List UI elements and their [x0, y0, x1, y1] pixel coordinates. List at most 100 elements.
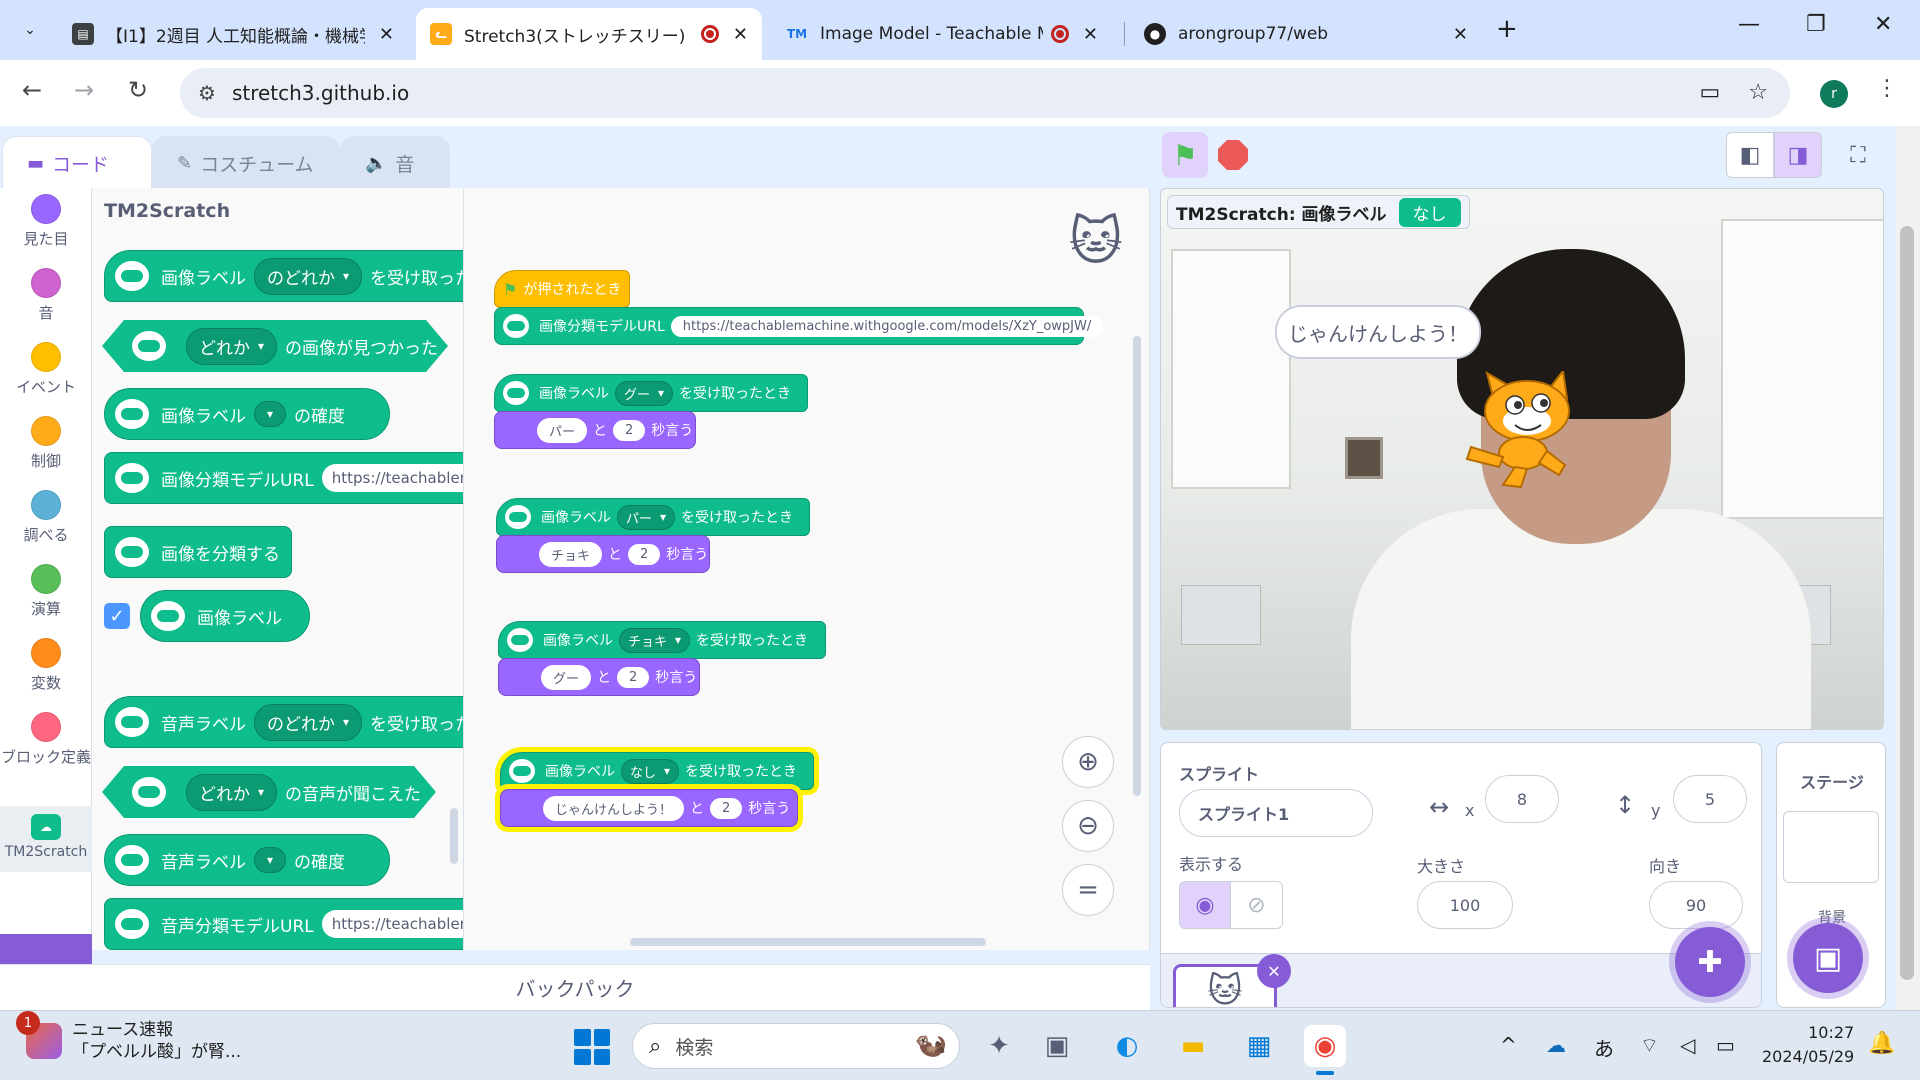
category-events[interactable]: イベント — [0, 342, 92, 397]
say-for-secs-block[interactable]: パー と 2 秒言う — [494, 411, 696, 449]
chrome-icon[interactable]: ◉ — [1304, 1025, 1346, 1075]
block-dropdown[interactable]: どれか — [186, 328, 277, 365]
small-stage-button[interactable]: ◧ — [1726, 132, 1774, 178]
block-dropdown[interactable]: パー — [617, 504, 676, 530]
category-operators[interactable]: 演算 — [0, 564, 92, 619]
palette-reporter-image-label[interactable]: 画像ラベル — [140, 590, 310, 642]
set-model-url-block[interactable]: 画像分類モデルURL https://teachablemachine.with… — [494, 307, 1104, 345]
block-text-input[interactable]: https://teachablemachine.withgoogle.com/… — [321, 464, 463, 492]
tab-code[interactable]: ▬ コード — [2, 136, 152, 190]
block-dropdown[interactable]: チョキ — [619, 627, 691, 653]
block-number-input[interactable]: 2 — [710, 797, 743, 819]
restore-icon[interactable]: ❐ — [1806, 12, 1826, 37]
category-control[interactable]: 制御 — [0, 416, 92, 471]
palette-block-classify-image[interactable]: 画像を分類する — [104, 526, 292, 578]
page-scrollbar[interactable] — [1896, 126, 1920, 1010]
normal-stage-button[interactable]: ◨ — [1774, 132, 1822, 178]
category-variables[interactable]: 変数 — [0, 638, 92, 693]
browser-tab-teachable[interactable]: TM Image Model - Teachable M ✕ — [772, 8, 1112, 60]
tab-close-icon[interactable]: ✕ — [1083, 24, 1098, 45]
block-dropdown[interactable]: なし — [621, 758, 680, 784]
site-info-icon[interactable]: ⚙ — [198, 81, 216, 105]
palette-block-when-sound-label[interactable]: 音声ラベル のどれか を受け取ったとき — [104, 696, 463, 748]
green-flag-button[interactable]: ⚑ — [1162, 132, 1208, 178]
browser-tab-stretch3[interactable]: ᓚ Stretch3(ストレッチスリー) ✕ — [416, 8, 762, 60]
bookmark-star-icon[interactable]: ☆ — [1748, 80, 1768, 105]
block-dropdown[interactable] — [254, 847, 287, 873]
news-widget[interactable]: 1 ニュース速報 「プベルル酸」が腎... — [16, 1011, 241, 1063]
category-my-blocks[interactable]: ブロック定義 — [0, 712, 92, 768]
y-field[interactable]: 5 — [1673, 775, 1747, 823]
new-tab-button[interactable]: + — [1496, 14, 1518, 44]
forward-icon[interactable]: → — [74, 76, 94, 104]
block-text-input[interactable]: グー — [541, 664, 592, 690]
block-number-input[interactable]: 2 — [613, 419, 646, 441]
palette-block-sound-heard[interactable]: どれか の音声が聞こえた — [102, 766, 436, 818]
say-for-secs-block[interactable]: チョキ と 2 秒言う — [496, 535, 710, 573]
code-workspace[interactable]: 🐱 ⚑ が押されたとき 画像分類モデルURL https://teachable… — [464, 188, 1150, 950]
browser-menu-icon[interactable]: ⋮ — [1876, 76, 1898, 101]
choose-backdrop-button[interactable]: ▣ — [1793, 923, 1863, 993]
notification-bell-icon[interactable]: 🔔 — [1868, 1031, 1895, 1056]
stop-button[interactable] — [1218, 140, 1248, 170]
palette-block-when-image-label[interactable]: 画像ラベル のどれか を受け取ったとき — [104, 250, 463, 302]
palette-block-image-model-url[interactable]: 画像分類モデルURL https://teachablemachine.with… — [104, 452, 463, 504]
category-tm2scratch[interactable]: ☁ TM2Scratch — [0, 806, 92, 872]
cast-icon[interactable]: ▭ — [1699, 80, 1720, 105]
workspace-horizontal-scrollbar[interactable] — [630, 938, 986, 946]
backpack[interactable]: バックパック — [0, 964, 1150, 1010]
block-text-input[interactable]: https://teachablemachine.withgoogle.com/… — [321, 910, 463, 938]
scratch-cat-sprite[interactable] — [1463, 371, 1585, 489]
tab-close-icon[interactable]: ✕ — [1453, 24, 1468, 45]
reload-icon[interactable]: ↻ — [128, 76, 148, 104]
category-looks[interactable]: 見た目 — [0, 194, 92, 249]
zoom-out-button[interactable]: ⊖ — [1062, 800, 1114, 852]
sprite-name-field[interactable]: スプライト1 — [1179, 789, 1373, 837]
block-text-input[interactable]: チョキ — [539, 541, 603, 567]
minimize-icon[interactable]: — — [1738, 12, 1760, 37]
palette-scrollbar[interactable] — [450, 808, 458, 864]
tab-close-icon[interactable]: ✕ — [733, 24, 748, 45]
stage-canvas[interactable]: TM2Scratch: 画像ラベル なし じゃんけんしよう！ — [1160, 188, 1884, 730]
say-for-secs-block-running[interactable]: じゃんけんしよう！ と 2 秒言う — [500, 789, 798, 827]
block-dropdown[interactable]: どれか — [186, 774, 277, 811]
when-label-received-block[interactable]: 画像ラベル パー を受け取ったとき — [496, 498, 810, 536]
delete-sprite-icon[interactable]: ✕ — [1257, 954, 1291, 988]
url-text[interactable]: stretch3.github.io — [232, 81, 409, 105]
workspace-vertical-scrollbar[interactable] — [1133, 336, 1141, 796]
monitor-checkbox[interactable]: ✓ — [104, 603, 130, 629]
tab-search-button[interactable]: ⌄ — [14, 14, 46, 46]
block-number-input[interactable]: 2 — [617, 666, 650, 688]
block-dropdown[interactable]: のどれか — [254, 257, 363, 295]
category-sensing[interactable]: 調べる — [0, 490, 92, 545]
address-bar[interactable]: ⚙ stretch3.github.io ▭ ☆ — [180, 68, 1790, 118]
ime-indicator[interactable]: あ — [1594, 1033, 1614, 1062]
when-flag-clicked-block[interactable]: ⚑ が押されたとき — [494, 270, 630, 308]
block-number-input[interactable]: 2 — [628, 543, 661, 565]
wifi-icon[interactable]: ⌔ — [1640, 1033, 1659, 1058]
block-text-input[interactable]: https://teachablemachine.withgoogle.com/… — [670, 315, 1104, 337]
palette-block-image-confidence[interactable]: 画像ラベル の確度 — [104, 388, 390, 440]
tab-sounds[interactable]: 🔈 音 — [340, 136, 450, 190]
choose-sprite-button[interactable]: ✚ — [1675, 927, 1745, 997]
copilot-icon[interactable]: ✦ — [978, 1025, 1020, 1067]
onedrive-icon[interactable]: ☁ — [1546, 1033, 1566, 1057]
tray-overflow-icon[interactable]: ^ — [1500, 1033, 1517, 1057]
size-field[interactable]: 100 — [1417, 881, 1513, 929]
block-dropdown[interactable]: のどれか — [254, 703, 363, 741]
tab-costumes[interactable]: ✎ コスチューム — [152, 136, 340, 190]
taskbar-search[interactable]: ⌕ 検索 🦦 — [632, 1023, 960, 1069]
clock[interactable]: 10:27 2024/05/29 — [1762, 1021, 1854, 1069]
when-label-received-block-running[interactable]: 画像ラベル なし を受け取ったとき — [500, 752, 814, 790]
when-label-received-block[interactable]: 画像ラベル グー を受け取ったとき — [494, 374, 808, 412]
stage-selector[interactable]: ステージ 背景 ▣ — [1776, 742, 1886, 1008]
browser-tab-github[interactable]: ● arongroup77/web ✕ — [1130, 8, 1482, 60]
hide-eye-icon[interactable]: ⊘ — [1231, 882, 1282, 928]
start-button[interactable] — [574, 1029, 610, 1065]
close-window-icon[interactable]: ✕ — [1874, 12, 1892, 37]
profile-avatar[interactable]: r — [1820, 80, 1848, 108]
show-eye-icon[interactable]: ◉ — [1180, 882, 1232, 928]
block-text-input[interactable]: じゃんけんしよう！ — [543, 795, 685, 821]
stage-thumbnail[interactable] — [1783, 811, 1879, 883]
palette-block-sound-confidence[interactable]: 音声ラベル の確度 — [104, 834, 390, 886]
